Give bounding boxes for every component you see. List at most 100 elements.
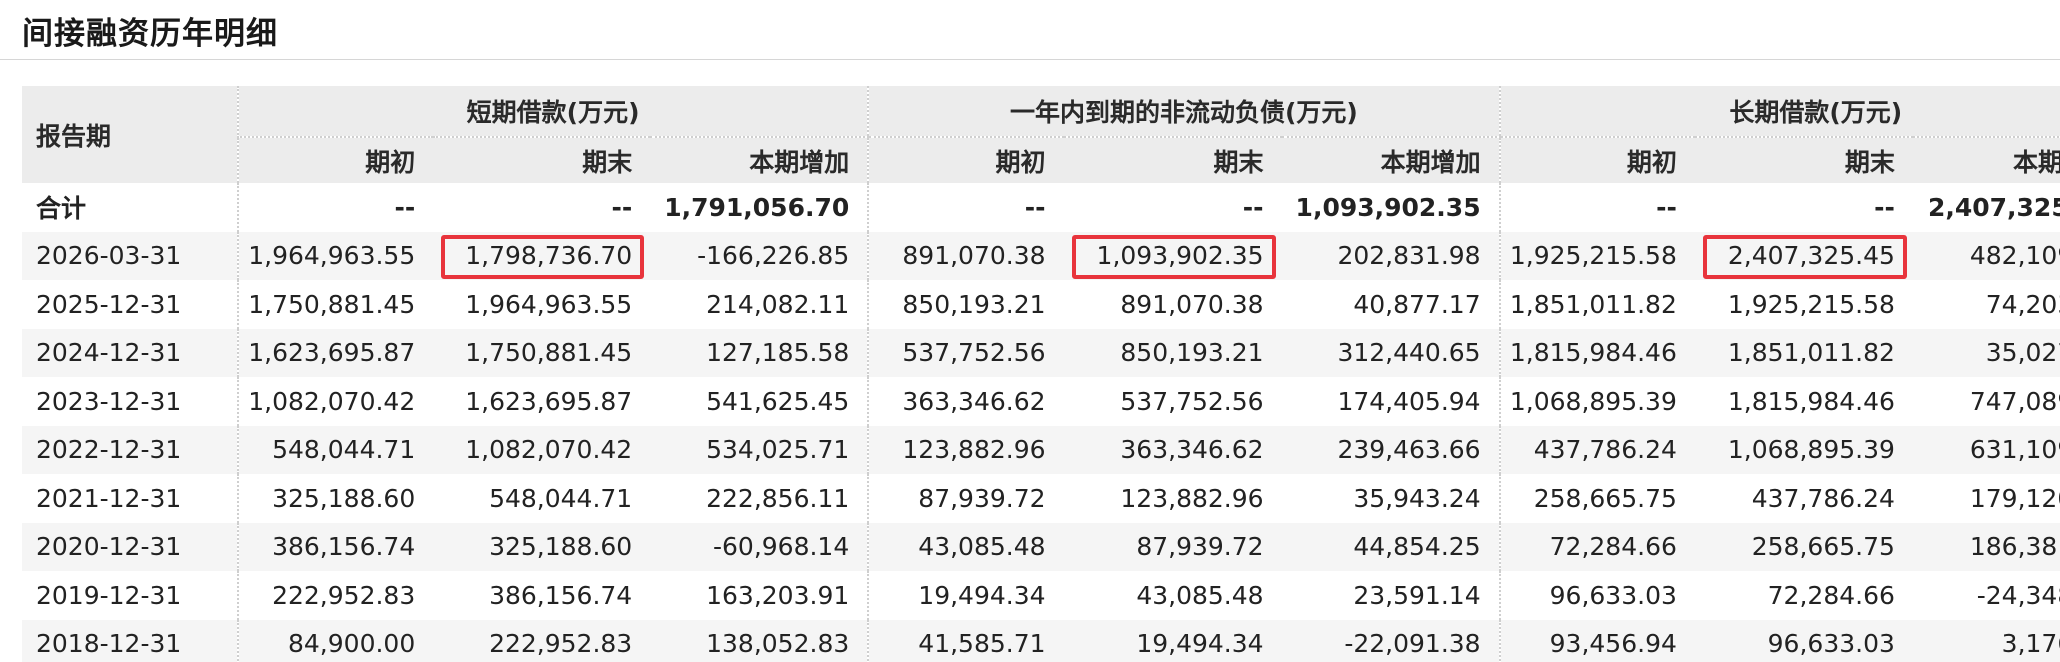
- cell-lb-begin: 1,925,215.58: [1498, 231, 1695, 280]
- cell-value: 1,093,902.35: [1096, 241, 1264, 271]
- cell-lb-change: 186,381.09: [1912, 522, 2060, 571]
- cell-sb-begin: 548,044.71: [236, 425, 434, 474]
- cell-sb-change: 541,625.45: [650, 377, 869, 426]
- cell-sb-begin: 325,188.60: [236, 474, 434, 523]
- row-period: 2022-12-31: [22, 425, 238, 474]
- table-row: 2023-12-31 1,082,070.42 1,623,695.87 541…: [22, 377, 2060, 426]
- cell-cl-begin: 41,585.71: [867, 619, 1064, 662]
- cell-cl-begin: 537,752.56: [867, 328, 1064, 377]
- row-period: 合计: [22, 183, 238, 232]
- cell-cl-change: 174,405.94: [1281, 377, 1500, 426]
- financing-table: 报告期 短期借款(万元) 一年内到期的非流动负债(万元) 长期借款(万元) 期初…: [22, 86, 2060, 662]
- row-period: 2023-12-31: [22, 377, 238, 426]
- cell-cl-change: 35,943.24: [1281, 474, 1500, 523]
- cell-cl-begin: 363,346.62: [867, 377, 1064, 426]
- cell-lb-end: 1,815,984.46: [1694, 377, 1913, 426]
- cell-lb-end-highlighted: 2,407,325.45: [1694, 231, 1913, 280]
- cell-lb-begin: 93,456.94: [1498, 619, 1695, 662]
- cell-sb-end: 222,952.83: [433, 619, 651, 662]
- table-row: 2021-12-31 325,188.60 548,044.71 222,856…: [22, 474, 2060, 523]
- header-current-noncurrent-liabilities: 一年内到期的非流动负债(万元): [867, 86, 1500, 138]
- header-lb-change[interactable]: 本期增加: [1912, 137, 2060, 183]
- title-bar: 间接融资历年明细: [0, 0, 2060, 60]
- cell-cl-begin: 123,882.96: [867, 425, 1064, 474]
- cell-cl-end: 19,494.34: [1063, 619, 1282, 662]
- cell-sb-end: 386,156.74: [433, 571, 651, 620]
- cell-sb-end: 548,044.71: [433, 474, 651, 523]
- cell-lb-change: 3,176.09: [1912, 619, 2060, 662]
- cell-lb-begin: 1,815,984.46: [1498, 328, 1695, 377]
- header-sb-begin[interactable]: 期初: [236, 137, 434, 183]
- header-lb-end[interactable]: 期末: [1694, 137, 1913, 183]
- cell-sb-begin: 222,952.83: [236, 571, 434, 620]
- cell-sb-begin: 386,156.74: [236, 522, 434, 571]
- cell-cl-end: 891,070.38: [1063, 280, 1282, 329]
- header-lb-begin[interactable]: 期初: [1498, 137, 1695, 183]
- cell-value: 1,798,736.70: [465, 241, 633, 271]
- cell-cl-end: 850,193.21: [1063, 328, 1282, 377]
- header-sb-end[interactable]: 期末: [433, 137, 651, 183]
- cell-sb-change: -166,226.85: [650, 231, 869, 280]
- cell-lb-end: --: [1694, 183, 1913, 232]
- cell-cl-change: 44,854.25: [1281, 522, 1500, 571]
- header-cl-end[interactable]: 期末: [1063, 137, 1282, 183]
- page-title: 间接融资历年明细: [22, 16, 278, 52]
- cell-sb-end: --: [433, 183, 651, 232]
- row-period: 2018-12-31: [22, 619, 238, 662]
- header-cl-begin[interactable]: 期初: [867, 137, 1064, 183]
- cell-cl-change: -22,091.38: [1281, 619, 1500, 662]
- header-cl-change[interactable]: 本期增加: [1281, 137, 1500, 183]
- cell-sb-end: 1,082,070.42: [433, 425, 651, 474]
- table-row: 2024-12-31 1,623,695.87 1,750,881.45 127…: [22, 328, 2060, 377]
- cell-lb-end: 258,665.75: [1694, 522, 1913, 571]
- cell-cl-begin: --: [867, 183, 1064, 232]
- cell-cl-change: 239,463.66: [1281, 425, 1500, 474]
- cell-lb-change: 179,120.49: [1912, 474, 2060, 523]
- cell-lb-begin: --: [1498, 183, 1695, 232]
- row-period: 2025-12-31: [22, 280, 238, 329]
- cell-sb-change: 127,185.58: [650, 328, 869, 377]
- cell-sb-end: 1,750,881.45: [433, 328, 651, 377]
- table-row: 2018-12-31 84,900.00 222,952.83 138,052.…: [22, 619, 2060, 662]
- cell-lb-change: 2,407,325.45: [1912, 183, 2060, 232]
- financing-table-container[interactable]: 报告期 短期借款(万元) 一年内到期的非流动负债(万元) 长期借款(万元) 期初…: [22, 86, 2060, 662]
- header-short-term-borrowings: 短期借款(万元): [236, 86, 869, 138]
- cell-cl-change: 202,831.98: [1281, 231, 1500, 280]
- table-row: 2019-12-31 222,952.83 386,156.74 163,203…: [22, 571, 2060, 620]
- cell-sb-begin: 1,750,881.45: [236, 280, 434, 329]
- table-row-total: 合计 -- -- 1,791,056.70 -- -- 1,093,902.35…: [22, 183, 2060, 232]
- cell-sb-begin: 1,964,963.55: [236, 231, 434, 280]
- table-row: 2025-12-31 1,750,881.45 1,964,963.55 214…: [22, 280, 2060, 329]
- cell-cl-end: 87,939.72: [1063, 522, 1282, 571]
- cell-lb-end: 437,786.24: [1694, 474, 1913, 523]
- cell-sb-end: 1,964,963.55: [433, 280, 651, 329]
- header-period[interactable]: 报告期: [22, 86, 238, 183]
- cell-cl-end: 363,346.62: [1063, 425, 1282, 474]
- cell-cl-begin: 87,939.72: [867, 474, 1064, 523]
- table-body: 合计 -- -- 1,791,056.70 -- -- 1,093,902.35…: [22, 183, 2060, 662]
- cell-sb-change: 222,856.11: [650, 474, 869, 523]
- row-period: 2026-03-31: [22, 231, 238, 280]
- cell-sb-change: 138,052.83: [650, 619, 869, 662]
- cell-lb-begin: 96,633.03: [1498, 571, 1695, 620]
- cell-sb-change: 163,203.91: [650, 571, 869, 620]
- cell-sb-begin: 1,082,070.42: [236, 377, 434, 426]
- cell-cl-end: 123,882.96: [1063, 474, 1282, 523]
- header-sb-change[interactable]: 本期增加: [650, 137, 869, 183]
- cell-lb-change: 35,027.36: [1912, 328, 2060, 377]
- cell-lb-change: 631,109.15: [1912, 425, 2060, 474]
- cell-sb-change: 214,082.11: [650, 280, 869, 329]
- cell-cl-change: 312,440.65: [1281, 328, 1500, 377]
- cell-lb-end: 1,925,215.58: [1694, 280, 1913, 329]
- cell-cl-change: 40,877.17: [1281, 280, 1500, 329]
- cell-cl-begin: 891,070.38: [867, 231, 1064, 280]
- cell-lb-change: 74,203.77: [1912, 280, 2060, 329]
- cell-lb-end: 72,284.66: [1694, 571, 1913, 620]
- cell-lb-begin: 437,786.24: [1498, 425, 1695, 474]
- cell-lb-change: 482,109.87: [1912, 231, 2060, 280]
- cell-sb-end: 325,188.60: [433, 522, 651, 571]
- cell-cl-end: 537,752.56: [1063, 377, 1282, 426]
- row-period: 2021-12-31: [22, 474, 238, 523]
- cell-lb-end: 96,633.03: [1694, 619, 1913, 662]
- cell-cl-change: 1,093,902.35: [1281, 183, 1500, 232]
